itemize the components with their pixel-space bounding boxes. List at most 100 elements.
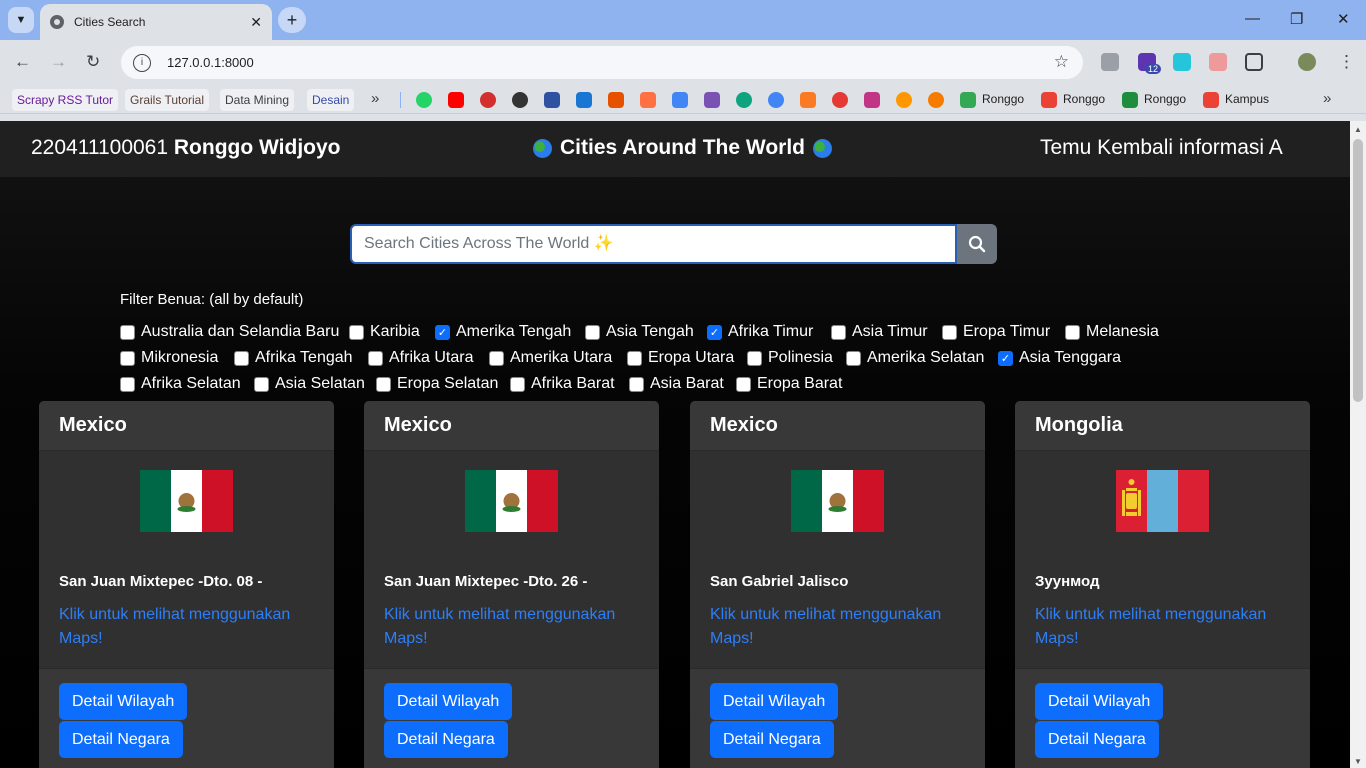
gemini-icon[interactable]	[768, 92, 784, 108]
maps-link[interactable]: Klik untuk melihat menggunakan Maps!	[1035, 603, 1295, 651]
filter-checkbox-option[interactable]: Asia Tengah	[585, 323, 694, 341]
detail-negara-button[interactable]: Detail Negara	[710, 721, 834, 758]
bookmark-scrapy[interactable]: Scrapy RSS Tutor	[12, 89, 119, 111]
more-menu-icon[interactable]: ⋮	[1338, 52, 1355, 72]
checkbox[interactable]	[831, 324, 846, 340]
checkbox-checked[interactable]: ✓	[707, 324, 722, 340]
detail-negara-button[interactable]: Detail Negara	[384, 721, 508, 758]
detail-wilayah-button[interactable]: Detail Wilayah	[59, 683, 188, 720]
filter-checkbox-option[interactable]: Afrika Tengah	[234, 349, 353, 367]
blue-app-icon[interactable]	[576, 92, 592, 108]
scroll-thumb[interactable]	[1353, 139, 1363, 402]
filter-checkbox-option[interactable]: Asia Selatan	[254, 375, 365, 393]
classroom-icon[interactable]	[1122, 92, 1138, 108]
close-icon[interactable]: ✕	[250, 14, 262, 31]
translate-icon[interactable]	[672, 92, 688, 108]
tab-search-button[interactable]: ▼	[8, 7, 34, 33]
circles-icon[interactable]	[896, 92, 912, 108]
filter-checkbox-option[interactable]: Eropa Utara	[627, 349, 734, 367]
restore-icon[interactable]: ❐	[1290, 10, 1303, 28]
detail-wilayah-button[interactable]: Detail Wilayah	[1035, 683, 1164, 720]
checkbox[interactable]	[585, 324, 600, 340]
checkbox[interactable]	[1065, 324, 1080, 340]
checkbox[interactable]	[747, 350, 762, 366]
851-icon[interactable]	[480, 92, 496, 108]
checkbox[interactable]	[942, 324, 957, 340]
filter-checkbox-option[interactable]: Afrika Selatan	[120, 375, 241, 393]
chatgpt-icon[interactable]	[736, 92, 752, 108]
bookmark-ronggo-classroom[interactable]: Ronggo	[1144, 92, 1186, 106]
filter-checkbox-option[interactable]: Afrika Barat	[510, 375, 615, 393]
scroll-up-icon[interactable]: ▲	[1354, 125, 1362, 134]
camera-icon[interactable]	[1101, 53, 1119, 71]
minimize-icon[interactable]: —	[1245, 10, 1260, 27]
filter-checkbox-option[interactable]: Asia Barat	[629, 375, 724, 393]
back-icon[interactable]: ←	[14, 52, 31, 72]
co-icon[interactable]	[928, 92, 944, 108]
detail-wilayah-button[interactable]: Detail Wilayah	[384, 683, 513, 720]
filter-checkbox-option[interactable]: Amerika Utara	[489, 349, 612, 367]
scrollbar[interactable]: ▲ ▼	[1350, 121, 1366, 768]
mal-icon[interactable]	[544, 92, 560, 108]
filter-checkbox-option[interactable]: Melanesia	[1065, 323, 1159, 341]
bookmark-grails[interactable]: Grails Tutorial	[125, 89, 210, 111]
checkbox[interactable]	[120, 350, 135, 366]
scroll-down-icon[interactable]: ▼	[1354, 757, 1362, 766]
bookmark-desain[interactable]: Desain	[307, 89, 355, 111]
bootstrap-icon[interactable]	[704, 92, 720, 108]
laravel-icon[interactable]	[832, 92, 848, 108]
youtube-icon[interactable]	[448, 92, 464, 108]
checkbox[interactable]	[349, 324, 364, 340]
xampp-icon[interactable]	[800, 92, 816, 108]
filter-checkbox-option[interactable]: ✓ Amerika Tengah	[435, 323, 571, 341]
filter-checkbox-option[interactable]: Eropa Selatan	[376, 375, 498, 393]
checkbox[interactable]	[254, 376, 269, 392]
filter-checkbox-option[interactable]: ✓ Asia Tenggara	[998, 349, 1121, 367]
checkbox[interactable]	[489, 350, 504, 366]
checkbox[interactable]	[368, 350, 383, 366]
reload-icon[interactable]: ↻	[86, 52, 100, 72]
new-tab-button[interactable]: +	[278, 7, 306, 33]
detail-wilayah-button[interactable]: Detail Wilayah	[710, 683, 839, 720]
address-bar[interactable]: i 127.0.0.1:8000 ☆	[121, 46, 1083, 79]
search-input[interactable]	[350, 224, 957, 264]
filter-checkbox-option[interactable]: Mikronesia	[120, 349, 218, 367]
filter-checkbox-option[interactable]: Amerika Selatan	[846, 349, 984, 367]
maps-link[interactable]: Klik untuk melihat menggunakan Maps!	[384, 603, 644, 651]
checkbox[interactable]	[376, 376, 391, 392]
browser-tab[interactable]: Cities Search ✕	[40, 4, 272, 40]
bookmark-ronggo-drive[interactable]: Ronggo	[982, 92, 1024, 106]
github-icon[interactable]	[512, 92, 528, 108]
maps-link[interactable]: Klik untuk melihat menggunakan Maps!	[59, 603, 319, 651]
filter-checkbox-option[interactable]: Afrika Utara	[368, 349, 473, 367]
ppa-icon[interactable]	[608, 92, 624, 108]
gmail-icon[interactable]	[1041, 92, 1057, 108]
whatsapp-icon[interactable]	[416, 92, 432, 108]
instagram-icon[interactable]	[864, 92, 880, 108]
bookmark-data-mining[interactable]: Data Mining	[220, 89, 295, 111]
drive-icon[interactable]	[960, 92, 976, 108]
puzzle-icon[interactable]	[1245, 53, 1263, 71]
chevron-right-icon[interactable]: »	[371, 90, 379, 107]
maps-link[interactable]: Klik untuk melihat menggunakan Maps!	[710, 603, 970, 651]
detail-negara-button[interactable]: Detail Negara	[1035, 721, 1159, 758]
site-info-icon[interactable]: i	[133, 53, 151, 72]
forward-icon[interactable]: →	[50, 52, 67, 72]
leaf-extension-icon[interactable]	[1173, 53, 1191, 71]
avatar[interactable]	[1298, 53, 1316, 71]
orange-icon[interactable]	[640, 92, 656, 108]
filter-checkbox-option[interactable]: Eropa Barat	[736, 375, 842, 393]
checkbox-checked[interactable]: ✓	[998, 350, 1013, 366]
bookmark-star-icon[interactable]: ☆	[1054, 52, 1069, 72]
detail-negara-button[interactable]: Detail Negara	[59, 721, 183, 758]
checkbox[interactable]	[234, 350, 249, 366]
filter-checkbox-option[interactable]: Australia dan Selandia Baru	[120, 323, 339, 341]
checkbox[interactable]	[846, 350, 861, 366]
close-window-icon[interactable]: ✕	[1337, 10, 1350, 28]
search-button[interactable]	[957, 224, 997, 264]
filter-checkbox-option[interactable]: ✓ Afrika Timur	[707, 323, 813, 341]
filter-checkbox-option[interactable]: Polinesia	[747, 349, 833, 367]
checkbox[interactable]	[120, 376, 135, 392]
bookmark-ronggo-gmail[interactable]: Ronggo	[1063, 92, 1105, 106]
checkbox[interactable]	[629, 376, 644, 392]
